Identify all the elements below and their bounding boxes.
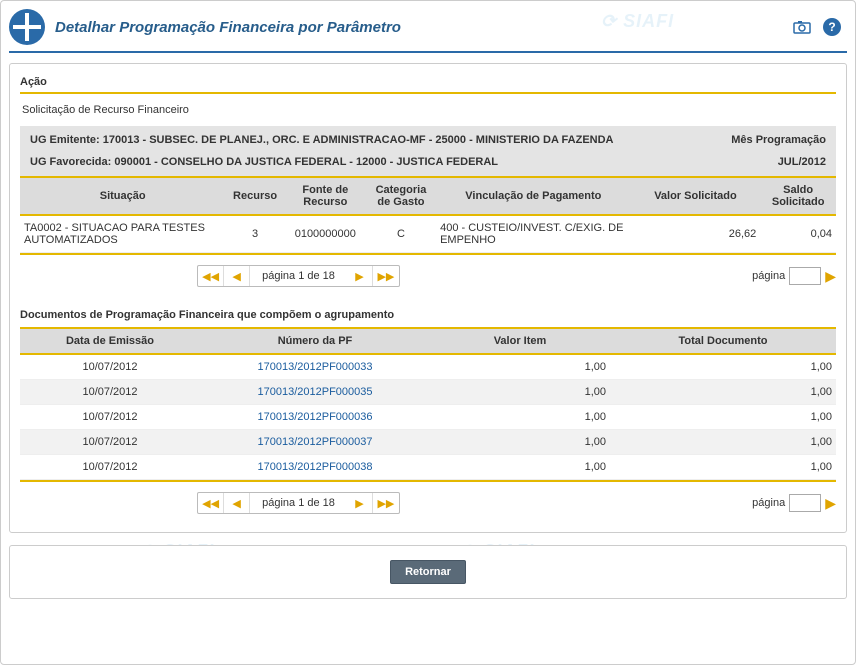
mes-programacao-label: Mês Programação	[731, 134, 826, 146]
cell-data-emissao: 10/07/2012	[20, 455, 200, 480]
cell-data-emissao: 10/07/2012	[20, 405, 200, 430]
cell-valor-solicitado: 26,62	[631, 215, 761, 253]
col-data-emissao: Data de Emissão	[20, 329, 200, 354]
table-row: TA0002 - SITUACAO PARA TESTES AUTOMATIZA…	[20, 215, 836, 253]
action-text: Solicitação de Recurso Financeiro	[20, 98, 836, 126]
table-row: 10/07/2012170013/2012PF0000361,001,00	[20, 405, 836, 430]
cell-numero-pf[interactable]: 170013/2012PF000037	[200, 430, 430, 455]
cell-valor-item: 1,00	[430, 405, 610, 430]
cell-saldo-solicitado: 0,04	[760, 215, 836, 253]
pager1-go-icon[interactable]: ▶	[825, 268, 836, 285]
col-saldo-solicitado: Saldo Solicitado	[760, 178, 836, 215]
camera-icon[interactable]	[793, 18, 811, 36]
cell-recurso: 3	[225, 215, 284, 253]
cell-vinculacao: 400 - CUSTEIO/INVEST. C/EXIG. DE EMPENHO	[436, 215, 631, 253]
cell-situacao: TA0002 - SITUACAO PARA TESTES AUTOMATIZA…	[20, 215, 225, 253]
cell-total-documento: 1,00	[610, 380, 836, 405]
col-total-documento: Total Documento	[610, 329, 836, 354]
pager1-last-icon[interactable]: ▶▶	[373, 265, 399, 287]
pager2-go-icon[interactable]: ▶	[825, 495, 836, 512]
pager1-next-icon[interactable]: ▶	[347, 265, 373, 287]
docs-section-title: Documentos de Programação Financeira que…	[20, 301, 836, 329]
cell-numero-pf[interactable]: 170013/2012PF000036	[200, 405, 430, 430]
app-logo	[9, 9, 45, 45]
solicitacao-table: Situação Recurso Fonte de Recurso Catego…	[20, 178, 836, 253]
table-row: 10/07/2012170013/2012PF0000381,001,00	[20, 455, 836, 480]
cell-valor-item: 1,00	[430, 354, 610, 380]
col-valor-item: Valor Item	[430, 329, 610, 354]
pager1-first-icon[interactable]: ◀◀	[198, 265, 224, 287]
pager2-first-icon[interactable]: ◀◀	[198, 492, 224, 514]
cell-data-emissao: 10/07/2012	[20, 380, 200, 405]
col-fonte: Fonte de Recurso	[285, 178, 366, 215]
cell-data-emissao: 10/07/2012	[20, 430, 200, 455]
docs-table: Data de Emissão Número da PF Valor Item …	[20, 329, 836, 480]
retornar-button[interactable]: Retornar	[390, 560, 466, 584]
cell-valor-item: 1,00	[430, 430, 610, 455]
pager1-prev-icon[interactable]: ◀	[224, 265, 250, 287]
page-title: Detalhar Programação Financeira por Parâ…	[55, 19, 793, 36]
col-vinculacao: Vinculação de Pagamento	[436, 178, 631, 215]
cell-total-documento: 1,00	[610, 430, 836, 455]
pager2-jump-input[interactable]	[789, 494, 821, 512]
cell-numero-pf[interactable]: 170013/2012PF000035	[200, 380, 430, 405]
ug-favorecida-label: UG Favorecida: 090001 - CONSELHO DA JUST…	[30, 156, 498, 168]
col-recurso: Recurso	[225, 178, 284, 215]
cell-total-documento: 1,00	[610, 405, 836, 430]
cell-numero-pf[interactable]: 170013/2012PF000038	[200, 455, 430, 480]
cell-valor-item: 1,00	[430, 455, 610, 480]
cell-data-emissao: 10/07/2012	[20, 354, 200, 380]
mes-programacao-value: JUL/2012	[778, 156, 826, 168]
cell-total-documento: 1,00	[610, 455, 836, 480]
pager2-jump-label: página	[752, 497, 785, 509]
pager2-last-icon[interactable]: ▶▶	[373, 492, 399, 514]
pager1-text: página 1 de 18	[250, 270, 347, 282]
ug-emitente-label: UG Emitente: 170013 - SUBSEC. DE PLANEJ.…	[30, 134, 614, 146]
cell-valor-item: 1,00	[430, 380, 610, 405]
col-situacao: Situação	[20, 178, 225, 215]
cell-numero-pf[interactable]: 170013/2012PF000033	[200, 354, 430, 380]
action-section-title: Ação	[20, 72, 836, 94]
col-categoria: Categoria de Gasto	[366, 178, 436, 215]
table-row: 10/07/2012170013/2012PF0000331,001,00	[20, 354, 836, 380]
col-valor-solicitado: Valor Solicitado	[631, 178, 761, 215]
col-numero-pf: Número da PF	[200, 329, 430, 354]
pager1-jump-input[interactable]	[789, 267, 821, 285]
pager2-prev-icon[interactable]: ◀	[224, 492, 250, 514]
table-row: 10/07/2012170013/2012PF0000351,001,00	[20, 380, 836, 405]
cell-categoria: C	[366, 215, 436, 253]
cell-total-documento: 1,00	[610, 354, 836, 380]
cell-fonte: 0100000000	[285, 215, 366, 253]
pager2-text: página 1 de 18	[250, 497, 347, 509]
help-icon[interactable]: ?	[823, 18, 841, 36]
table-row: 10/07/2012170013/2012PF0000371,001,00	[20, 430, 836, 455]
pager1-jump-label: página	[752, 270, 785, 282]
pager2-next-icon[interactable]: ▶	[347, 492, 373, 514]
